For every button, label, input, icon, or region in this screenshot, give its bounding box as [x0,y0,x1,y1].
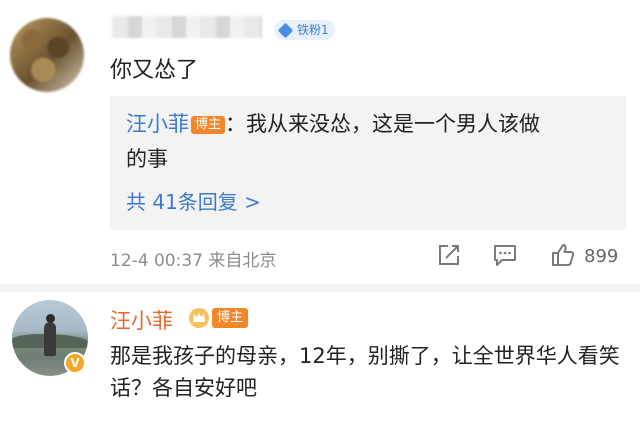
reply-text-2: 的事 [126,147,168,171]
comment-meta: 12-4 00:37 来自北京 [110,251,277,271]
author-tag: 博主 [191,116,226,134]
reply-preview[interactable]: 汪小菲 博主 ：我从来没怂，这是一个男人该做 的事 共 41条回复 > [110,96,626,230]
share-icon[interactable] [436,242,462,268]
photo-person [44,322,56,356]
diamond-icon [277,22,294,38]
comment-divider [0,284,640,292]
comment-author-link[interactable]: 汪小菲 [110,305,173,335]
username-blurred[interactable] [112,16,262,38]
comment-text: 那是我孩子的母亲，12年，别撕了，让全世界华人看笑话？各自安好吧 [110,344,620,400]
author-tag: 博主 [212,308,249,328]
reply-author-link[interactable]: 汪小菲 [126,112,189,136]
reply-text-1: ：我从来没怂，这是一个男人该做 [225,112,541,136]
crown-icon [189,308,209,328]
like-icon[interactable] [550,242,576,268]
fan-badge[interactable]: 铁粉1 [274,20,335,40]
avatar-blurred[interactable] [10,18,84,92]
comment-text: 你又怂了 [110,58,199,83]
verified-v-icon: V [64,352,86,374]
like-count: 899 [584,246,619,267]
reply-line-1: 汪小菲 博主 ：我从来没怂，这是一个男人该做 [126,108,540,138]
fan-badge-label: 铁粉1 [297,23,329,37]
comment-icon[interactable] [492,242,518,268]
more-replies-link[interactable]: 共 41条回复 > [126,186,261,215]
